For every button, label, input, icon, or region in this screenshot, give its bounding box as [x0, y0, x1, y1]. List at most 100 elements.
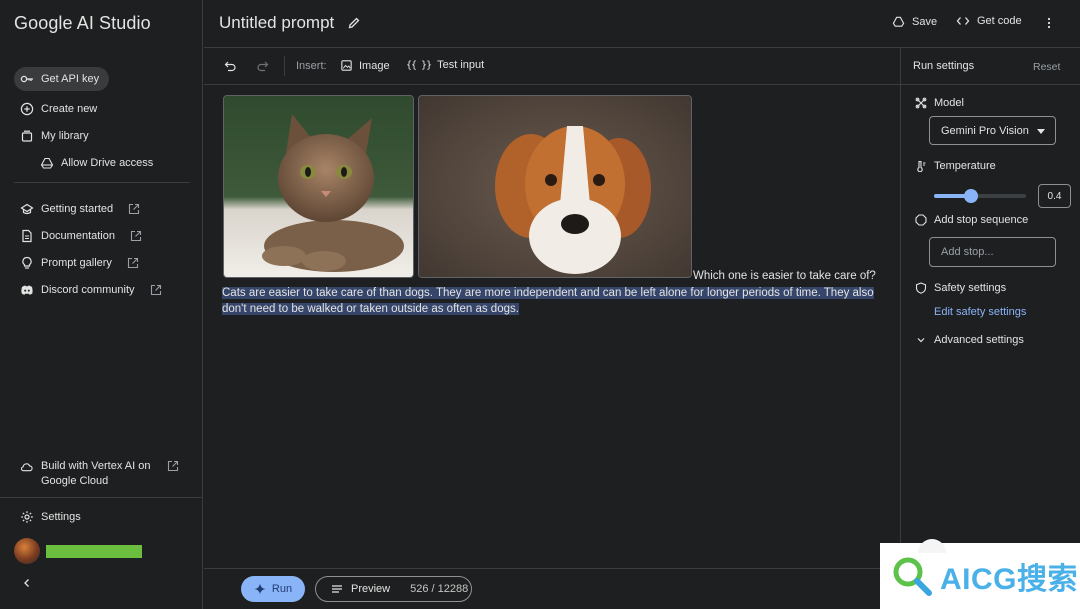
undo-icon	[223, 59, 237, 73]
user-name-redacted	[46, 544, 142, 558]
getting-started-icon	[20, 202, 34, 216]
stop-circle-icon	[915, 214, 927, 226]
watermark-text: AICG搜索	[940, 563, 1078, 596]
prompt-gallery-link[interactable]: Prompt gallery	[14, 251, 145, 275]
discord-community-link[interactable]: Discord community	[14, 278, 168, 302]
panel-header: Run settings Reset	[901, 48, 1080, 85]
lines-icon	[331, 584, 343, 594]
code-icon	[956, 15, 970, 27]
create-new-button[interactable]: Create new	[14, 97, 103, 121]
dog-image[interactable]	[418, 95, 692, 278]
thermometer-icon	[915, 160, 927, 172]
nav-label: Get API key	[41, 73, 100, 85]
model-label: Model	[934, 97, 964, 109]
sidebar-divider	[14, 182, 190, 183]
chevron-down-icon	[915, 334, 927, 346]
settings-link[interactable]: Settings	[14, 505, 87, 529]
chevron-left-icon	[20, 576, 34, 590]
model-icon	[915, 97, 927, 109]
key-icon	[20, 72, 34, 86]
pencil-icon	[347, 16, 361, 30]
model-select[interactable]: Gemini Pro Vision	[929, 116, 1056, 145]
insert-test-input-button[interactable]: {{ }} Test input	[406, 59, 484, 71]
allow-drive-access-link[interactable]: Allow Drive access	[34, 151, 159, 175]
nav-label: Getting started	[41, 203, 114, 215]
more-vert-icon	[1042, 16, 1056, 30]
prompt-toolbar: Insert: Image {{ }} Test input	[204, 48, 900, 85]
redo-icon	[256, 59, 270, 73]
nav-label: Documentation	[41, 230, 115, 242]
sidebar-bottom-divider	[0, 497, 203, 498]
library-icon	[20, 129, 34, 143]
lightbulb-icon	[20, 256, 34, 270]
preview-button[interactable]: Preview 526 / 12288	[315, 576, 472, 602]
vertex-ai-label: Build with Vertex AI on Google Cloud	[41, 460, 151, 487]
temperature-value[interactable]: 0.4	[1038, 184, 1071, 208]
temperature-slider[interactable]	[934, 187, 1026, 205]
insert-image-button[interactable]: Image	[340, 59, 390, 72]
nav-label: Settings	[41, 511, 81, 523]
model-value: Gemini Pro Vision	[941, 124, 1029, 137]
documentation-link[interactable]: Documentation	[14, 224, 148, 248]
cloud-icon	[20, 461, 33, 489]
slider-thumb[interactable]	[963, 189, 978, 203]
watermark: AICG搜索	[880, 539, 1080, 609]
redo-button[interactable]	[256, 59, 270, 73]
advanced-settings-label: Advanced settings	[934, 334, 1024, 346]
nav-label: Prompt gallery	[41, 257, 112, 269]
edit-title-button[interactable]	[347, 16, 361, 30]
nav-label: Create new	[41, 103, 98, 115]
document-icon	[20, 229, 34, 243]
brand-title: Google AI Studio	[14, 13, 151, 33]
getting-started-link[interactable]: Getting started	[14, 197, 146, 221]
page-title[interactable]: Untitled prompt	[219, 13, 334, 33]
gear-icon	[20, 510, 34, 524]
stop-sequence-section: Add stop sequence	[915, 214, 1028, 226]
collapse-sidebar-button[interactable]	[20, 576, 34, 590]
temperature-label: Temperature	[934, 160, 996, 172]
run-label: Run	[271, 583, 293, 595]
safety-section: Safety settings	[915, 282, 1006, 294]
insert-label: Insert:	[296, 60, 327, 72]
toolbar-divider	[284, 56, 285, 76]
my-library-link[interactable]: My library	[14, 124, 95, 148]
stop-sequence-label: Add stop sequence	[934, 214, 1029, 226]
prompt-editor[interactable]: Which one is easier to take care of? Cat…	[204, 85, 900, 568]
panel-title: Run settings	[913, 60, 975, 72]
shield-icon	[915, 282, 927, 294]
header: Untitled prompt Save Get code	[204, 0, 1080, 48]
advanced-settings-toggle[interactable]: Advanced settings	[915, 334, 1024, 346]
preview-label: Preview	[351, 583, 391, 595]
avatar[interactable]	[14, 538, 40, 564]
caret-down-icon	[1037, 129, 1045, 134]
image-icon	[340, 59, 353, 72]
external-link-icon	[127, 257, 139, 269]
safety-label: Safety settings	[934, 282, 1007, 294]
run-button[interactable]: Run	[241, 576, 305, 602]
edit-safety-settings-link[interactable]: Edit safety settings	[934, 306, 1026, 318]
save-button[interactable]: Save	[892, 15, 937, 28]
footer-bar: Run Preview 526 / 12288	[204, 568, 900, 609]
drive-save-icon	[892, 15, 905, 28]
response-text: Cats are easier to take care of than dog…	[222, 287, 874, 315]
vertex-ai-link[interactable]: Build with Vertex AI on Google Cloud	[20, 459, 179, 489]
discord-icon	[20, 283, 34, 297]
undo-button[interactable]	[223, 59, 237, 73]
external-link-icon	[150, 284, 162, 296]
cat-image[interactable]	[223, 95, 414, 278]
external-link-icon	[167, 460, 179, 489]
model-response: Cats are easier to take care of than dog…	[222, 285, 882, 317]
reset-button[interactable]: Reset	[1033, 61, 1060, 73]
get-code-button[interactable]: Get code	[956, 15, 1022, 27]
prompt-question: Which one is easier to take care of?	[693, 270, 876, 282]
get-api-key-button[interactable]: Get API key	[14, 67, 110, 91]
external-link-icon	[130, 230, 142, 242]
save-label: Save	[912, 15, 938, 28]
nav-label: Allow Drive access	[61, 157, 154, 169]
token-count: 526 / 12288	[410, 583, 469, 595]
user-account[interactable]	[14, 538, 142, 564]
stop-sequence-input[interactable]	[929, 237, 1056, 267]
search-icon	[890, 554, 934, 598]
more-options-button[interactable]	[1042, 16, 1056, 30]
external-link-icon	[128, 203, 140, 215]
